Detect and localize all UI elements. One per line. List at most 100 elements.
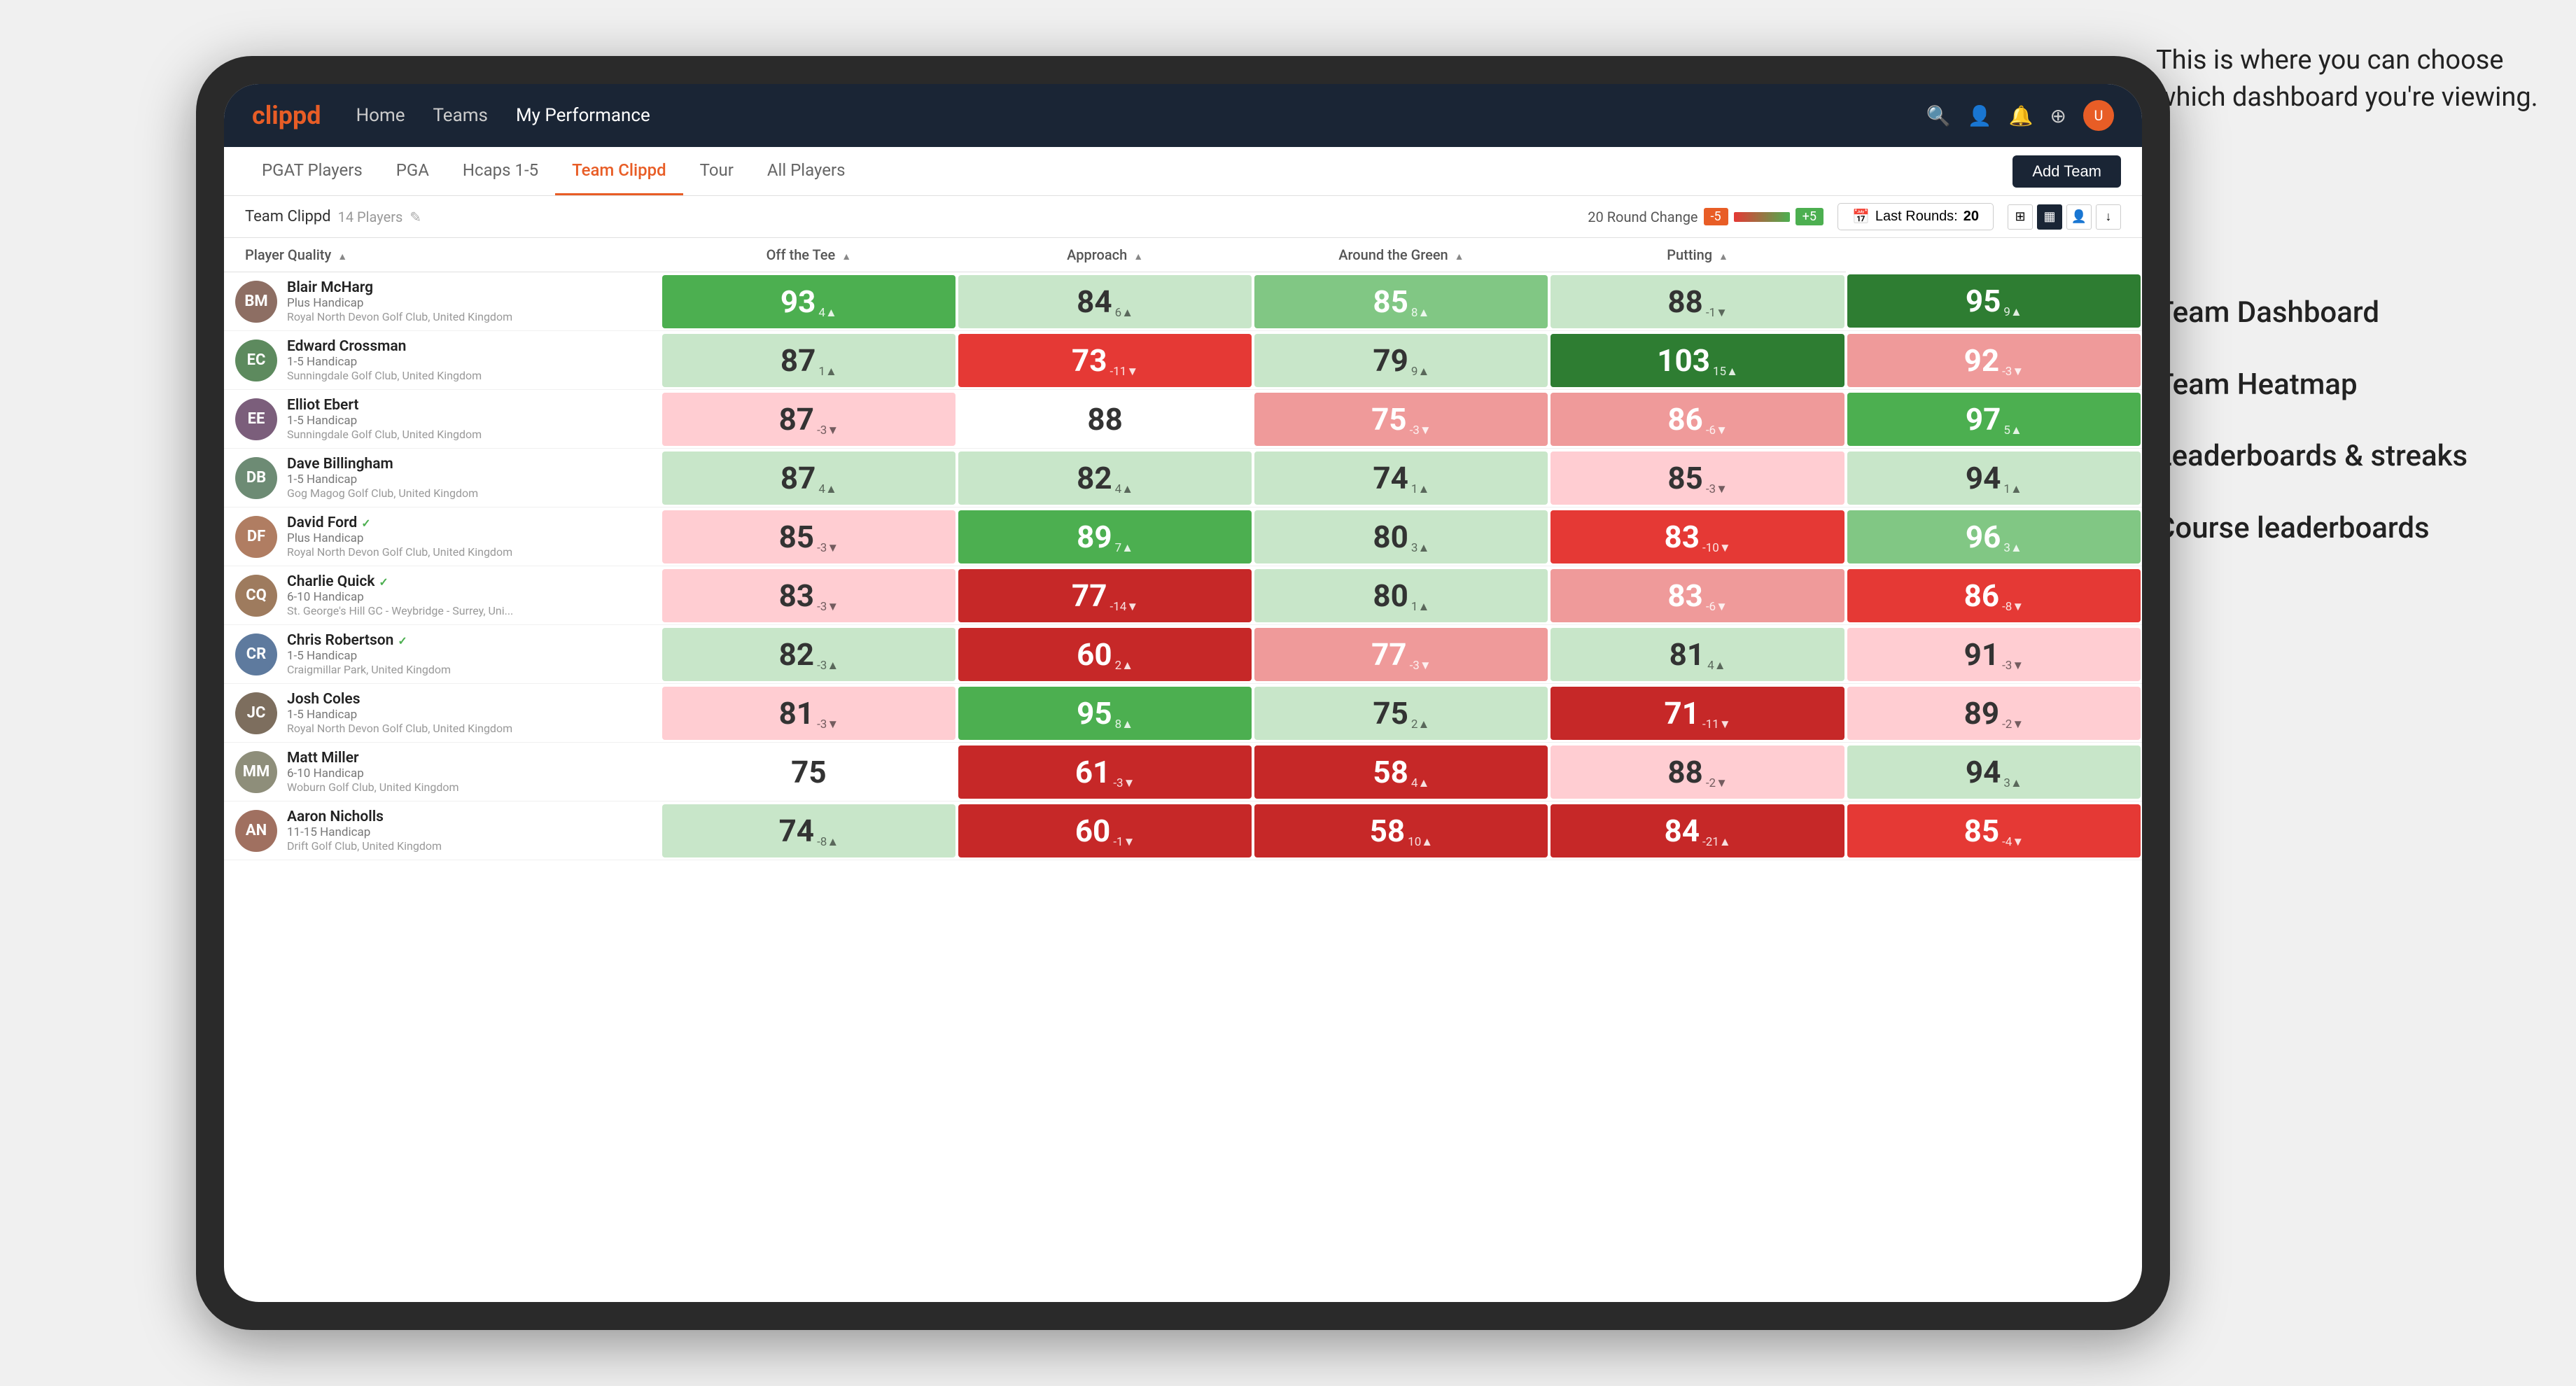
player-name[interactable]: Charlie Quick ✓ xyxy=(287,573,650,590)
tab-hcaps[interactable]: Hcaps 1-5 xyxy=(446,147,555,195)
score-cell: 83 -6▼ xyxy=(1549,566,1845,625)
last-rounds-button[interactable]: 📅 Last Rounds: 20 xyxy=(1837,203,1994,230)
score-box: 86 -6▼ xyxy=(1550,393,1844,446)
score-delta: 1▲ xyxy=(2003,482,2022,505)
score-delta: -3▼ xyxy=(1706,482,1728,505)
score-box: 83 -6▼ xyxy=(1550,569,1844,622)
score-value: 61 xyxy=(1075,754,1111,790)
nav-link-home[interactable]: Home xyxy=(356,105,405,126)
score-delta: 9▲ xyxy=(1411,365,1429,387)
score-delta: -3▼ xyxy=(1410,424,1432,446)
score-cell: 75 -3▼ xyxy=(1253,390,1549,449)
player-name[interactable]: Josh Coles xyxy=(287,691,650,708)
dashboard-option[interactable]: Team Heatmap xyxy=(2156,366,2548,405)
search-icon[interactable]: 🔍 xyxy=(1926,104,1951,127)
table-row: JC Josh Coles 1-5 Handicap Royal North D… xyxy=(224,684,2142,743)
score-delta: 4▲ xyxy=(818,482,836,505)
score-delta: 3▲ xyxy=(1411,541,1429,564)
player-tbody: BM Blair McHarg Plus Handicap Royal Nort… xyxy=(224,272,2142,860)
score-delta: 2▲ xyxy=(1115,659,1133,681)
player-name[interactable]: Elliot Ebert xyxy=(287,397,650,414)
grid-view-button[interactable]: ⊞ xyxy=(2008,204,2033,230)
col-header-player[interactable]: Player Quality ▲ xyxy=(224,238,661,272)
score-delta: -6▼ xyxy=(1706,424,1728,446)
player-avatar: BM xyxy=(235,281,277,323)
player-info: EE Elliot Ebert 1-5 Handicap Sunningdale… xyxy=(235,397,650,441)
bell-icon[interactable]: 🔔 xyxy=(2009,104,2033,127)
player-club: Sunningdale Golf Club, United Kingdom xyxy=(287,428,650,441)
player-name[interactable]: Chris Robertson ✓ xyxy=(287,632,650,649)
score-delta: 3▲ xyxy=(2003,541,2022,564)
player-avatar: JC xyxy=(235,692,277,734)
dashboard-option[interactable]: Team Dashboard xyxy=(2156,294,2548,332)
score-cell: 88 xyxy=(957,390,1253,449)
score-delta: 2▲ xyxy=(1411,718,1429,740)
nav-link-myperformance[interactable]: My Performance xyxy=(516,105,650,126)
player-name[interactable]: Blair McHarg xyxy=(287,279,650,296)
edit-icon[interactable]: ✎ xyxy=(410,209,421,225)
tab-pga[interactable]: PGA xyxy=(379,147,446,195)
col-header-putting[interactable]: Putting ▲ xyxy=(1549,238,1845,272)
add-team-button[interactable]: Add Team xyxy=(2012,155,2121,188)
player-cell: CQ Charlie Quick ✓ 6-10 Handicap St. Geo… xyxy=(224,566,661,625)
col-header-off-tee[interactable]: Off the Tee ▲ xyxy=(661,238,957,272)
score-value: 87 xyxy=(780,342,816,379)
player-name[interactable]: Edward Crossman xyxy=(287,338,650,355)
player-name[interactable]: David Ford ✓ xyxy=(287,514,650,531)
tablet-frame: clippd Home Teams My Performance 🔍 👤 🔔 ⊕… xyxy=(196,56,2170,1330)
score-value: 86 xyxy=(1964,578,2000,614)
tab-team-clippd[interactable]: Team Clippd xyxy=(555,147,683,195)
table-row: MM Matt Miller 6-10 Handicap Woburn Golf… xyxy=(224,743,2142,802)
col-header-around-green[interactable]: Around the Green ▲ xyxy=(1253,238,1549,272)
dashboard-option[interactable]: Course leaderboards xyxy=(2156,510,2548,548)
tab-tour[interactable]: Tour xyxy=(683,147,750,195)
score-cell: 71 -11▼ xyxy=(1549,684,1845,743)
neg-badge: -5 xyxy=(1704,208,1728,225)
score-box: 80 3▲ xyxy=(1254,510,1548,564)
score-value: 85 xyxy=(1667,460,1703,496)
score-value: 81 xyxy=(779,695,815,732)
nav-link-teams[interactable]: Teams xyxy=(433,105,488,126)
player-details: Elliot Ebert 1-5 Handicap Sunningdale Go… xyxy=(287,397,650,441)
export-button[interactable]: ↓ xyxy=(2096,204,2121,230)
score-box: 77 -14▼ xyxy=(958,569,1252,622)
logo: clippd xyxy=(252,101,321,130)
person-view-button[interactable]: 👤 xyxy=(2066,204,2092,230)
tab-all-players[interactable]: All Players xyxy=(750,147,862,195)
score-cell: 82 -3▲ xyxy=(661,625,957,684)
player-name[interactable]: Dave Billingham xyxy=(287,456,650,472)
score-cell: 87 4▲ xyxy=(661,449,957,507)
player-club: Royal North Devon Golf Club, United King… xyxy=(287,545,650,559)
player-name[interactable]: Aaron Nicholls xyxy=(287,808,650,825)
player-cell: JC Josh Coles 1-5 Handicap Royal North D… xyxy=(224,684,661,743)
score-value: 60 xyxy=(1077,636,1112,673)
settings-icon[interactable]: ⊕ xyxy=(2050,104,2066,127)
score-cell: 84 -21▲ xyxy=(1549,802,1845,860)
col-header-approach[interactable]: Approach ▲ xyxy=(957,238,1253,272)
score-cell: 85 -3▼ xyxy=(1549,449,1845,507)
tab-pgat-players[interactable]: PGAT Players xyxy=(245,147,379,195)
score-delta: -3▲ xyxy=(817,659,839,681)
dashboard-options: Team Dashboard Team Heatmap Leaderboards &… xyxy=(2156,294,2548,581)
score-delta: 4▲ xyxy=(818,306,836,328)
score-delta: -2▼ xyxy=(2002,718,2024,740)
score-value: 96 xyxy=(1966,519,2001,555)
score-box: 85 -3▼ xyxy=(1550,451,1844,505)
dashboard-option[interactable]: Leaderboards & streaks xyxy=(2156,438,2548,476)
table-row: CQ Charlie Quick ✓ 6-10 Handicap St. Geo… xyxy=(224,566,2142,625)
heatmap-view-button[interactable]: ▦ xyxy=(2037,204,2062,230)
player-avatar: CR xyxy=(235,634,277,676)
player-name[interactable]: Matt Miller xyxy=(287,750,650,766)
player-cell: MM Matt Miller 6-10 Handicap Woburn Golf… xyxy=(224,743,661,802)
user-icon[interactable]: 👤 xyxy=(1968,104,1992,127)
score-box: 60 2▲ xyxy=(958,628,1252,681)
score-delta: -4▼ xyxy=(2002,835,2024,858)
score-cell: 89 -2▼ xyxy=(1846,684,2142,743)
round-change: 20 Round Change -5 +5 xyxy=(1588,208,1823,225)
score-box: 74 1▲ xyxy=(1254,451,1548,505)
score-delta: -1▼ xyxy=(1706,306,1728,328)
avatar[interactable]: U xyxy=(2083,100,2114,131)
score-box: 73 -11▼ xyxy=(958,334,1252,387)
score-value: 94 xyxy=(1966,460,2001,496)
score-box: 89 7▲ xyxy=(958,510,1252,564)
